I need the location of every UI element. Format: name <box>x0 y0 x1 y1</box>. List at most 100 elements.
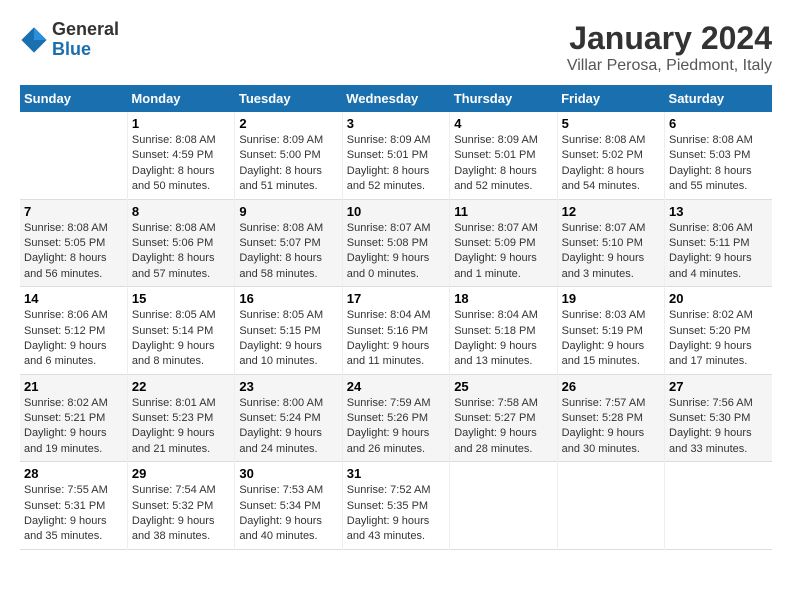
calendar-cell: 6 Sunrise: 8:08 AM Sunset: 5:03 PM Daylig… <box>665 112 772 199</box>
day-number: 26 <box>562 379 660 394</box>
day-number: 18 <box>454 291 552 306</box>
day-number: 30 <box>239 466 337 481</box>
day-of-week-header: Saturday <box>665 85 772 112</box>
day-info: Sunrise: 8:06 AM Sunset: 5:12 PM Dayligh… <box>24 308 123 370</box>
calendar-cell: 30 Sunrise: 7:53 AM Sunset: 5:34 PM Dayli… <box>235 462 342 550</box>
title-block: January 2024 Villar Perosa, Piedmont, It… <box>567 20 772 75</box>
calendar-cell: 18Sunrise: 8:04 AM Sunset: 5:18 PM Dayli… <box>450 287 557 375</box>
day-of-week-header: Monday <box>127 85 234 112</box>
day-info: Sunrise: 8:01 AM Sunset: 5:23 PM Dayligh… <box>132 396 230 458</box>
logo-text: General Blue <box>52 20 119 60</box>
day-info: Sunrise: 8:09 AM Sunset: 5:01 PM Dayligh… <box>347 133 445 195</box>
day-info: Sunrise: 8:09 AM Sunset: 5:01 PM Dayligh… <box>454 133 552 195</box>
location: Villar Perosa, Piedmont, Italy <box>567 57 772 75</box>
calendar-cell: 15 Sunrise: 8:05 AM Sunset: 5:14 PM Dayli… <box>127 287 234 375</box>
day-number: 27 <box>669 379 768 394</box>
calendar-cell <box>557 462 664 550</box>
calendar-cell: 13Sunrise: 8:06 AM Sunset: 5:11 PM Dayli… <box>665 199 772 287</box>
logo: General Blue <box>20 20 119 60</box>
calendar-cell: 20 Sunrise: 8:02 AM Sunset: 5:20 PM Dayli… <box>665 287 772 375</box>
calendar-cell: 28 Sunrise: 7:55 AM Sunset: 5:31 PM Dayli… <box>20 462 127 550</box>
day-info: Sunrise: 8:06 AM Sunset: 5:11 PM Dayligh… <box>669 221 768 283</box>
day-number: 23 <box>239 379 337 394</box>
day-info: Sunrise: 7:56 AM Sunset: 5:30 PM Dayligh… <box>669 396 768 458</box>
calendar-cell: 9 Sunrise: 8:08 AM Sunset: 5:07 PM Daylig… <box>235 199 342 287</box>
week-row: 14 Sunrise: 8:06 AM Sunset: 5:12 PM Dayli… <box>20 287 772 375</box>
day-number: 3 <box>347 116 445 131</box>
day-number: 9 <box>239 204 337 219</box>
calendar-cell: 1 Sunrise: 8:08 AM Sunset: 4:59 PM Daylig… <box>127 112 234 199</box>
day-info: Sunrise: 7:53 AM Sunset: 5:34 PM Dayligh… <box>239 483 337 545</box>
day-info: Sunrise: 7:59 AM Sunset: 5:26 PM Dayligh… <box>347 396 445 458</box>
week-row: 28 Sunrise: 7:55 AM Sunset: 5:31 PM Dayli… <box>20 462 772 550</box>
calendar-cell: 17 Sunrise: 8:04 AM Sunset: 5:16 PM Dayli… <box>342 287 449 375</box>
day-number: 15 <box>132 291 230 306</box>
day-info: Sunrise: 7:54 AM Sunset: 5:32 PM Dayligh… <box>132 483 230 545</box>
day-number: 29 <box>132 466 230 481</box>
month-title: January 2024 <box>567 20 772 57</box>
calendar-cell: 4 Sunrise: 8:09 AM Sunset: 5:01 PM Daylig… <box>450 112 557 199</box>
day-info: Sunrise: 8:05 AM Sunset: 5:14 PM Dayligh… <box>132 308 230 370</box>
calendar-cell: 29 Sunrise: 7:54 AM Sunset: 5:32 PM Dayli… <box>127 462 234 550</box>
week-row: 7 Sunrise: 8:08 AM Sunset: 5:05 PM Daylig… <box>20 199 772 287</box>
day-info: Sunrise: 8:00 AM Sunset: 5:24 PM Dayligh… <box>239 396 337 458</box>
calendar-cell: 10Sunrise: 8:07 AM Sunset: 5:08 PM Dayli… <box>342 199 449 287</box>
day-info: Sunrise: 8:08 AM Sunset: 4:59 PM Dayligh… <box>132 133 230 195</box>
day-number: 8 <box>132 204 230 219</box>
day-info: Sunrise: 8:08 AM Sunset: 5:05 PM Dayligh… <box>24 221 123 283</box>
calendar-cell: 26Sunrise: 7:57 AM Sunset: 5:28 PM Dayli… <box>557 374 664 462</box>
day-number: 21 <box>24 379 123 394</box>
calendar-cell: 12Sunrise: 8:07 AM Sunset: 5:10 PM Dayli… <box>557 199 664 287</box>
day-of-week-header: Tuesday <box>235 85 342 112</box>
calendar-cell: 24Sunrise: 7:59 AM Sunset: 5:26 PM Dayli… <box>342 374 449 462</box>
calendar-cell: 3 Sunrise: 8:09 AM Sunset: 5:01 PM Daylig… <box>342 112 449 199</box>
day-number: 7 <box>24 204 123 219</box>
day-info: Sunrise: 8:02 AM Sunset: 5:20 PM Dayligh… <box>669 308 768 370</box>
day-info: Sunrise: 8:08 AM Sunset: 5:06 PM Dayligh… <box>132 221 230 283</box>
day-number: 2 <box>239 116 337 131</box>
day-number: 28 <box>24 466 123 481</box>
day-info: Sunrise: 8:08 AM Sunset: 5:07 PM Dayligh… <box>239 221 337 283</box>
day-info: Sunrise: 8:08 AM Sunset: 5:03 PM Dayligh… <box>669 133 768 195</box>
day-number: 11 <box>454 204 552 219</box>
day-info: Sunrise: 8:07 AM Sunset: 5:09 PM Dayligh… <box>454 221 552 283</box>
day-info: Sunrise: 7:55 AM Sunset: 5:31 PM Dayligh… <box>24 483 123 545</box>
day-of-week-header: Wednesday <box>342 85 449 112</box>
calendar-body: 1 Sunrise: 8:08 AM Sunset: 4:59 PM Daylig… <box>20 112 772 549</box>
week-row: 21 Sunrise: 8:02 AM Sunset: 5:21 PM Dayli… <box>20 374 772 462</box>
day-info: Sunrise: 8:08 AM Sunset: 5:02 PM Dayligh… <box>562 133 660 195</box>
day-info: Sunrise: 8:02 AM Sunset: 5:21 PM Dayligh… <box>24 396 123 458</box>
calendar-cell: 5 Sunrise: 8:08 AM Sunset: 5:02 PM Daylig… <box>557 112 664 199</box>
logo-blue: Blue <box>52 40 119 60</box>
calendar-cell: 22Sunrise: 8:01 AM Sunset: 5:23 PM Dayli… <box>127 374 234 462</box>
calendar-cell <box>665 462 772 550</box>
day-of-week-header: Thursday <box>450 85 557 112</box>
calendar-cell: 14 Sunrise: 8:06 AM Sunset: 5:12 PM Dayli… <box>20 287 127 375</box>
day-number: 17 <box>347 291 445 306</box>
day-of-week-header: Sunday <box>20 85 127 112</box>
day-info: Sunrise: 7:58 AM Sunset: 5:27 PM Dayligh… <box>454 396 552 458</box>
day-number: 6 <box>669 116 768 131</box>
day-number: 14 <box>24 291 123 306</box>
logo-general: General <box>52 20 119 40</box>
calendar-table: SundayMondayTuesdayWednesdayThursdayFrid… <box>20 85 772 550</box>
day-info: Sunrise: 8:03 AM Sunset: 5:19 PM Dayligh… <box>562 308 660 370</box>
day-number: 5 <box>562 116 660 131</box>
day-number: 1 <box>132 116 230 131</box>
page-header: General Blue January 2024 Villar Perosa,… <box>20 20 772 75</box>
days-of-week-row: SundayMondayTuesdayWednesdayThursdayFrid… <box>20 85 772 112</box>
calendar-cell: 19Sunrise: 8:03 AM Sunset: 5:19 PM Dayli… <box>557 287 664 375</box>
day-number: 16 <box>239 291 337 306</box>
calendar-cell: 11 Sunrise: 8:07 AM Sunset: 5:09 PM Dayli… <box>450 199 557 287</box>
day-number: 4 <box>454 116 552 131</box>
day-info: Sunrise: 7:52 AM Sunset: 5:35 PM Dayligh… <box>347 483 445 545</box>
calendar-cell: 25Sunrise: 7:58 AM Sunset: 5:27 PM Dayli… <box>450 374 557 462</box>
day-info: Sunrise: 8:04 AM Sunset: 5:16 PM Dayligh… <box>347 308 445 370</box>
calendar-header: SundayMondayTuesdayWednesdayThursdayFrid… <box>20 85 772 112</box>
calendar-cell <box>20 112 127 199</box>
calendar-cell: 2Sunrise: 8:09 AM Sunset: 5:00 PM Daylig… <box>235 112 342 199</box>
week-row: 1 Sunrise: 8:08 AM Sunset: 4:59 PM Daylig… <box>20 112 772 199</box>
day-number: 10 <box>347 204 445 219</box>
day-info: Sunrise: 8:07 AM Sunset: 5:10 PM Dayligh… <box>562 221 660 283</box>
day-number: 20 <box>669 291 768 306</box>
